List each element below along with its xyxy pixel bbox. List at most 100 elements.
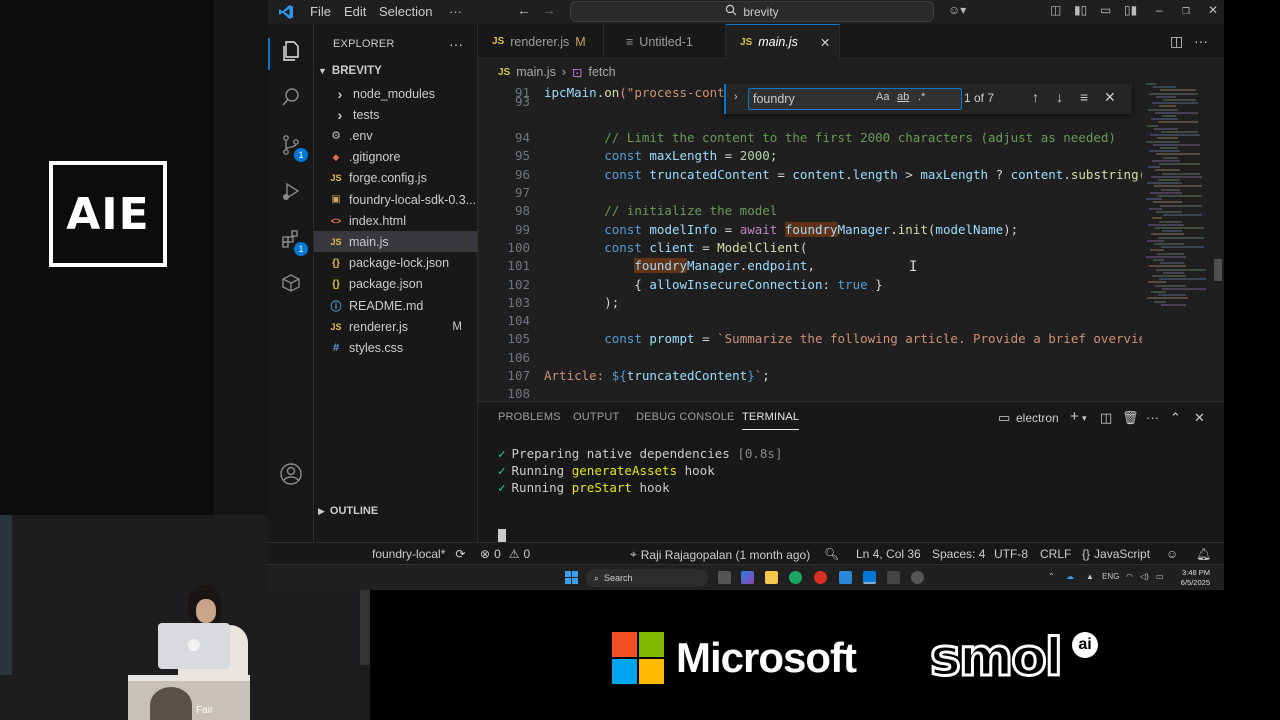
- tab-untitled-1[interactable]: ≡ Untitled-1: [604, 24, 726, 59]
- maximize-panel-icon[interactable]: ⌃: [1170, 410, 1181, 426]
- edge-browser-icon[interactable]: [789, 571, 802, 584]
- wifi-icon[interactable]: ◠: [1126, 572, 1133, 581]
- forward-arrow-icon[interactable]: →: [542, 2, 556, 18]
- zoom-icon[interactable]: 🔍︎: [824, 547, 839, 561]
- browser-app-icon[interactable]: [814, 571, 827, 584]
- taskbar-search[interactable]: ⌕ Search: [586, 569, 708, 587]
- command-center-search[interactable]: brevity: [570, 1, 934, 22]
- explorer-icon[interactable]: [278, 38, 304, 64]
- previous-match-icon[interactable]: ↑: [1032, 89, 1039, 105]
- git-blame-status[interactable]: ⌖ Raji Rajagopalan (1 month ago): [630, 547, 810, 562]
- account-icon[interactable]: [278, 461, 304, 487]
- toggle-secondary-sidebar-icon[interactable]: ▯▮: [1124, 3, 1137, 17]
- split-editor-icon[interactable]: ◫: [1170, 33, 1183, 50]
- tree-item[interactable]: JS renderer.js M: [314, 316, 478, 337]
- copilot-status-icon[interactable]: ☺: [1166, 547, 1178, 561]
- tree-item[interactable]: {} package-lock.json: [314, 253, 478, 274]
- container-cube-icon[interactable]: [278, 270, 304, 296]
- breadcrumb-file[interactable]: main.js: [516, 65, 556, 79]
- vscode-taskbar-icon[interactable]: [863, 571, 876, 584]
- use-regex-toggle[interactable]: .*: [918, 91, 925, 103]
- tree-item[interactable]: JS main.js: [314, 231, 478, 253]
- volume-icon[interactable]: ◁): [1140, 572, 1149, 581]
- onedrive-icon[interactable]: ☁: [1066, 572, 1074, 581]
- taskbar-clock[interactable]: 3:48 PM 6/5/2025: [1181, 568, 1210, 588]
- indentation[interactable]: Spaces: 4: [932, 547, 985, 561]
- tree-item[interactable]: <> index.html: [314, 210, 478, 231]
- tab-problems[interactable]: PROBLEMS: [498, 411, 561, 423]
- problems-status[interactable]: ⊗ 0 ⚠ 0: [480, 547, 530, 561]
- terminal-name[interactable]: electron: [1016, 411, 1059, 425]
- notifications-bell-icon[interactable]: 🔔︎: [1196, 547, 1211, 561]
- tree-item[interactable]: › node_modules: [314, 83, 478, 104]
- toggle-panel-icon[interactable]: ▭: [1100, 3, 1111, 17]
- chevron-down-icon[interactable]: ▾: [1082, 413, 1087, 424]
- copilot-app-icon[interactable]: [741, 571, 754, 584]
- match-whole-word-toggle[interactable]: ab: [897, 91, 909, 103]
- menu-file[interactable]: File: [310, 4, 331, 19]
- back-arrow-icon[interactable]: ←: [517, 2, 531, 18]
- project-folder-header[interactable]: ▼ BREVITY: [318, 65, 382, 77]
- close-tab-icon[interactable]: ✕: [820, 35, 830, 50]
- customize-layout-icon[interactable]: ◫: [1050, 3, 1061, 17]
- minimap[interactable]: [1142, 83, 1212, 313]
- minimize-icon[interactable]: –: [1156, 3, 1163, 17]
- close-find-icon[interactable]: ✕: [1104, 89, 1116, 106]
- tray-app-icon[interactable]: ▲: [1086, 572, 1094, 581]
- new-terminal-icon[interactable]: +: [1070, 408, 1079, 425]
- settings-app-icon[interactable]: [911, 571, 924, 584]
- task-view-icon[interactable]: [718, 571, 731, 584]
- tree-item[interactable]: JS forge.config.js: [314, 168, 478, 189]
- tree-item[interactable]: ⚙ .env: [314, 125, 478, 146]
- find-in-selection-icon[interactable]: ≡: [1080, 89, 1088, 105]
- branch-status[interactable]: foundry-local* ⟳: [372, 547, 465, 561]
- restore-icon[interactable]: ❐: [1182, 6, 1190, 17]
- explorer-more-icon[interactable]: ···: [449, 36, 463, 52]
- keyboard-language[interactable]: ENG: [1102, 572, 1119, 581]
- tree-item[interactable]: ⓘ README.md: [314, 295, 478, 316]
- tray-chevron-icon[interactable]: ⌃: [1048, 572, 1055, 581]
- tab-renderer-js[interactable]: JS renderer.js M: [478, 24, 604, 59]
- tab-main-js[interactable]: JS main.js ✕: [726, 24, 840, 59]
- next-match-icon[interactable]: ↓: [1056, 89, 1063, 105]
- toggle-replace-icon[interactable]: ›: [734, 91, 738, 103]
- tree-item[interactable]: ◆ .gitignore: [314, 147, 478, 168]
- terminal-app-icon[interactable]: [887, 571, 900, 584]
- menu-selection[interactable]: Selection: [379, 4, 432, 19]
- tree-item[interactable]: ▣ foundry-local-sdk-0.3...: [314, 189, 478, 210]
- extensions-icon[interactable]: 1: [278, 226, 308, 256]
- tree-item[interactable]: › tests: [314, 104, 478, 125]
- tab-output[interactable]: OUTPUT: [573, 411, 619, 423]
- find-input[interactable]: [748, 88, 962, 110]
- run-debug-icon[interactable]: [278, 178, 304, 204]
- tree-item[interactable]: {} package.json: [314, 274, 478, 295]
- file-explorer-icon[interactable]: [765, 571, 778, 584]
- breadcrumb-symbol[interactable]: fetch: [588, 65, 615, 79]
- cursor-position[interactable]: Ln 4, Col 36: [856, 547, 921, 561]
- code-editor[interactable]: 91 ipcMain.on("process-cont 93 94 // Limi…: [478, 83, 1142, 401]
- scrollbar-thumb[interactable]: [1214, 259, 1222, 281]
- match-case-toggle[interactable]: Aa: [876, 91, 889, 103]
- copilot-icon[interactable]: ☺▾: [948, 3, 966, 17]
- windows-start-icon[interactable]: [565, 571, 578, 584]
- tree-item[interactable]: # styles.css: [314, 337, 478, 358]
- outline-section-header[interactable]: ▶ OUTLINE: [318, 505, 378, 517]
- editor-scrollbar[interactable]: [1212, 95, 1222, 401]
- split-terminal-icon[interactable]: ◫: [1100, 410, 1112, 426]
- trash-icon[interactable]: 🗑: [1122, 410, 1139, 426]
- editor-more-icon[interactable]: ···: [1194, 33, 1208, 49]
- tab-terminal[interactable]: TERMINAL: [742, 411, 800, 430]
- language-mode[interactable]: {} JavaScript: [1082, 547, 1150, 561]
- menu-more[interactable]: ···: [449, 4, 462, 19]
- close-window-icon[interactable]: ✕: [1208, 3, 1218, 17]
- tab-debug-console[interactable]: DEBUG CONSOLE: [636, 411, 735, 423]
- close-panel-icon[interactable]: ✕: [1194, 410, 1205, 426]
- search-view-icon[interactable]: [278, 84, 304, 110]
- panel-more-icon[interactable]: ···: [1146, 410, 1159, 425]
- source-control-icon[interactable]: 1: [278, 132, 308, 162]
- battery-icon[interactable]: ▭: [1156, 572, 1164, 581]
- toggle-sidebar-icon[interactable]: ▮▯: [1074, 3, 1087, 17]
- menu-edit[interactable]: Edit: [344, 4, 366, 19]
- encoding[interactable]: UTF-8: [994, 547, 1028, 561]
- store-app-icon[interactable]: [839, 571, 852, 584]
